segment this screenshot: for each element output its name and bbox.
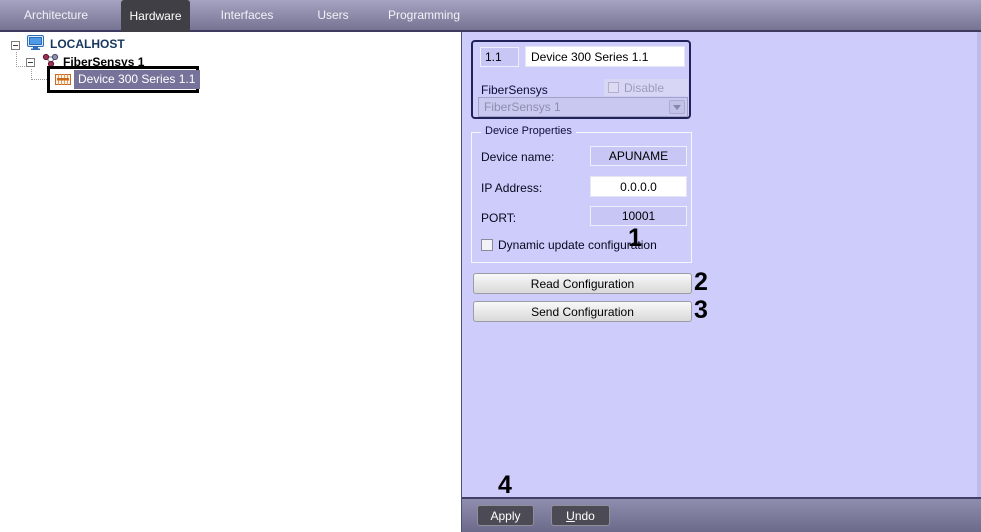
disable-checkbox <box>608 82 619 93</box>
tab-interfaces[interactable]: Interfaces <box>203 0 291 30</box>
pane-right-edge <box>977 32 981 497</box>
annotation-3: 3 <box>694 296 708 324</box>
settings-pane: FiberSensys Disable FiberSensys 1 Device… <box>461 32 981 532</box>
ip-address-label: IP Address: <box>481 181 543 195</box>
read-configuration-button[interactable]: Read Configuration <box>473 273 692 294</box>
undo-button[interactable]: Undo <box>551 505 610 526</box>
expand-collapse-icon[interactable] <box>11 41 20 50</box>
dynamic-update-checkbox[interactable] <box>481 239 493 251</box>
parent-server-dropdown: FiberSensys 1 <box>478 97 688 117</box>
application-window: Architecture Hardware Interfaces Users P… <box>0 0 981 532</box>
tree-item-device-selected[interactable]: Device 300 Series 1.1 <box>74 70 201 89</box>
device-icon <box>55 73 71 86</box>
computer-icon <box>27 35 45 55</box>
ip-address-input[interactable] <box>590 176 687 197</box>
undo-label-rest: ndo <box>574 508 595 523</box>
parent-server-dropdown-value: FiberSensys 1 <box>484 100 561 114</box>
device-properties-group: Device Properties Device name: IP Addres… <box>471 125 692 263</box>
chevron-down-icon <box>673 105 681 114</box>
module-label: FiberSensys <box>481 83 548 97</box>
disable-checkbox-label: Disable <box>624 80 665 95</box>
tab-bar: Architecture Hardware Interfaces Users P… <box>0 0 981 32</box>
tree-item-localhost[interactable]: LOCALHOST <box>50 37 125 51</box>
device-id-field <box>480 47 519 67</box>
tab-users[interactable]: Users <box>303 0 363 30</box>
annotation-1: 1 <box>628 224 642 252</box>
disable-checkbox-group: Disable <box>604 79 688 96</box>
annotation-4: 4 <box>498 471 512 499</box>
expand-collapse-icon[interactable] <box>26 58 35 67</box>
group-title: Device Properties <box>481 125 576 137</box>
annotation-box-selected-device: Device 300 Series 1.1 <box>47 66 201 93</box>
dropdown-arrow-button <box>669 100 685 114</box>
port-input[interactable] <box>590 206 687 226</box>
annotation-2: 2 <box>694 268 708 296</box>
device-name-title-field[interactable] <box>525 46 685 67</box>
device-name-label: Device name: <box>481 150 555 164</box>
tab-programming[interactable]: Programming <box>376 0 472 30</box>
port-label: PORT: <box>481 211 517 225</box>
device-tree-pane: LOCALHOST FiberSensys 1 Device 300 Serie… <box>0 32 461 532</box>
device-name-input[interactable] <box>590 146 687 166</box>
apply-button[interactable]: Apply <box>477 505 534 526</box>
undo-accelerator: U <box>566 508 575 523</box>
send-configuration-button[interactable]: Send Configuration <box>473 301 692 322</box>
device-identity-box: FiberSensys Disable FiberSensys 1 <box>471 40 691 119</box>
tab-architecture[interactable]: Architecture <box>10 0 102 30</box>
tab-hardware[interactable]: Hardware <box>121 0 190 32</box>
action-bar: Apply Undo <box>462 497 981 532</box>
